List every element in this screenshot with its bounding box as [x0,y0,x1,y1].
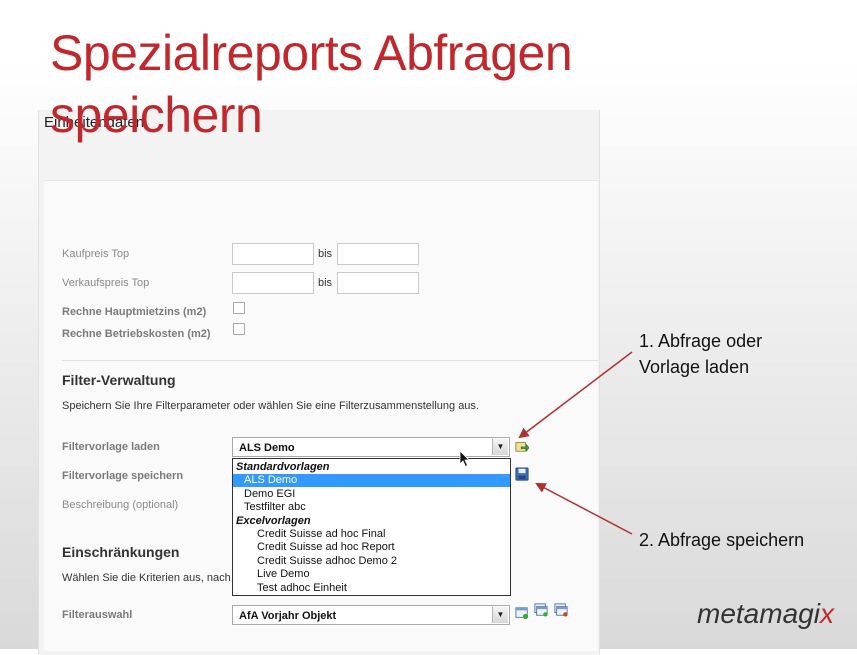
dropdown-option[interactable]: Testfilter abc [233,501,510,514]
annotation-load-line1: 1. Abfrage oder [639,331,763,351]
section-divider [62,360,598,361]
filter-verwaltung-heading: Filter-Verwaltung [62,372,176,388]
filter-verwaltung-description: Speichern Sie Ihre Filterparameter oder … [62,400,479,412]
kaufpreis-from-input[interactable] [232,243,314,265]
dropdown-option[interactable]: Demo EGI [233,488,510,501]
save-icon[interactable] [515,467,529,481]
logo-main-text: metamagi [697,598,820,629]
filterauswahl-label: Filterauswahl [62,609,133,621]
betriebskosten-label: Rechne Betriebskosten (m2) [62,328,211,340]
betriebskosten-checkbox[interactable] [233,323,245,335]
dropdown-option[interactable]: ALS Demo [233,474,510,488]
metamagix-logo: metamagix [697,598,834,630]
dropdown-option[interactable]: Credit Suisse ad hoc Final [233,528,510,541]
logo-accent-text: x [819,598,834,629]
load-template-icon[interactable] [515,439,529,453]
chevron-down-icon[interactable]: ▼ [492,607,508,623]
kaufpreis-to-input[interactable] [337,243,419,265]
dropdown-option[interactable]: Credit Suisse ad hoc Report [233,541,510,554]
annotation-load: 1. Abfrage oder Vorlage laden [639,328,762,380]
hauptmietzins-checkbox[interactable] [233,302,245,314]
verkaufspreis-from-input[interactable] [232,272,314,294]
filterauswahl-select[interactable]: AfA Vorjahr Objekt ▼ [232,605,510,625]
dropdown-option[interactable]: Test adhoc Einheit [233,582,510,595]
filtervorlage-selected-value: ALS Demo [239,442,295,454]
filtervorlage-dropdown-list[interactable]: Standardvorlagen ALS Demo Demo EGI Testfilt… [232,458,511,596]
chevron-down-icon[interactable]: ▼ [492,439,508,455]
delete-filter-icon[interactable] [554,603,568,617]
dropdown-option[interactable]: Credit Suisse adhoc Demo 2 [233,555,510,568]
filterauswahl-selected-value: AfA Vorjahr Objekt [239,610,337,622]
verkaufspreis-to-input[interactable] [337,272,419,294]
mouse-cursor-icon [459,450,470,468]
add-filter-icon[interactable] [515,606,529,620]
verkaufspreis-label: Verkaufspreis Top [62,277,150,289]
annotation-load-line2: Vorlage laden [639,357,750,377]
kaufpreis-bis-label: bis [318,248,333,260]
edit-filter-icon[interactable] [534,603,548,617]
kaufpreis-label: Kaufpreis Top [62,248,130,260]
dropdown-group-label: Excelvorlagen [236,514,311,527]
annotation-save: 2. Abfrage speichern [639,530,805,550]
beschreibung-label: Beschreibung (optional) [62,499,179,511]
einschraenkungen-heading: Einschränkungen [62,544,180,560]
einschraenkungen-description: Wählen Sie die Kriterien aus, nach [62,572,231,584]
verkaufspreis-bis-label: bis [318,277,333,289]
hauptmietzins-label: Rechne Hauptmietzins (m2) [62,306,207,318]
dropdown-option[interactable]: Live Demo [233,568,510,581]
filtervorlage-speichern-label: Filtervorlage speichern [62,470,184,482]
filtervorlage-laden-label: Filtervorlage laden [62,441,160,453]
slide-title: Spezialreports Abfragen speichern [50,25,573,143]
